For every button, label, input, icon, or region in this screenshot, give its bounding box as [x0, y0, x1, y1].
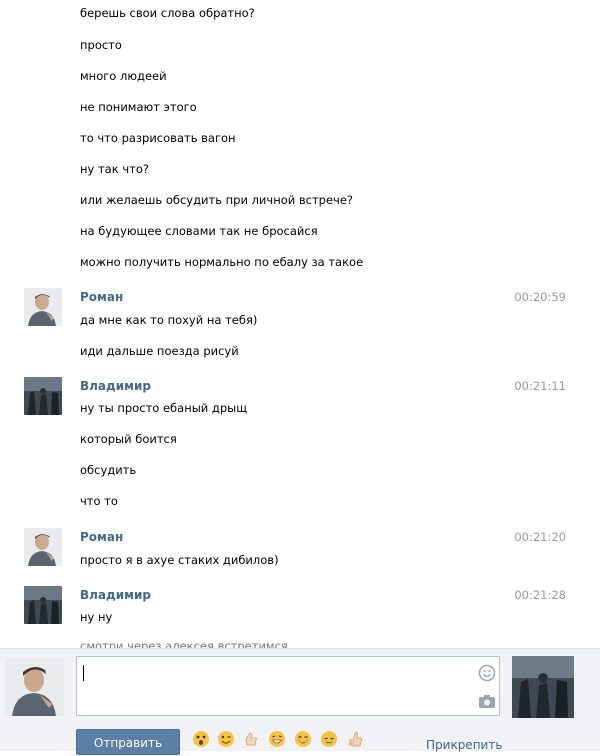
- roman-avatar[interactable]: [24, 288, 62, 326]
- message-text: или желаешь обсудить при личной встрече?: [80, 193, 354, 207]
- vladimir-avatar[interactable]: [24, 377, 62, 415]
- message-text: иди дальше поезда рисуй: [80, 344, 239, 358]
- message-text: берешь свои слова обратно?: [80, 6, 255, 20]
- blush-emoji-icon[interactable]: [294, 730, 312, 748]
- message-text: ну ну: [80, 610, 113, 624]
- message-author[interactable]: Владимир: [80, 379, 151, 393]
- message-input[interactable]: [76, 656, 500, 716]
- message-text: ну ты просто ебаный дрыщ: [80, 401, 248, 415]
- thumbs-up-emoji-icon[interactable]: [346, 730, 364, 748]
- message-author[interactable]: Владимир: [80, 588, 151, 602]
- message-text: просто: [80, 38, 122, 52]
- message-text: много людеей: [80, 69, 167, 83]
- message-text: обсудить: [80, 463, 137, 477]
- message-text-cutoff: смотри через алексея встретимся: [80, 638, 440, 648]
- message-text: который боится: [80, 432, 177, 446]
- message-text: можно получить нормально по ебалу за так…: [80, 255, 364, 269]
- send-button[interactable]: Отправить: [76, 729, 180, 755]
- message-text: смотри через алексея встретимся: [80, 639, 288, 648]
- scream-emoji-icon[interactable]: [192, 730, 210, 748]
- peer-avatar[interactable]: [512, 656, 574, 718]
- thumb-emoji-icon[interactable]: [242, 730, 260, 748]
- message-time: 00:21:20: [514, 530, 566, 544]
- vladimir-avatar[interactable]: [24, 586, 62, 624]
- message-text: не понимают этого: [80, 100, 197, 114]
- message-time: 00:20:59: [514, 290, 566, 304]
- message-author[interactable]: Роман: [80, 290, 123, 304]
- smile-icon[interactable]: [478, 664, 496, 682]
- message-text: на будующее словами так не бросайся: [80, 224, 318, 238]
- message-time: 00:21:11: [514, 379, 566, 393]
- message-text: ну так что?: [80, 162, 149, 176]
- text-caret: [83, 665, 84, 681]
- roman-avatar[interactable]: [24, 528, 62, 566]
- relieved-emoji-icon[interactable]: [320, 730, 338, 748]
- message-time: 00:21:28: [514, 588, 566, 602]
- message-text: просто я в ахуе стаких дибилов): [80, 553, 279, 567]
- my-avatar[interactable]: [6, 658, 64, 716]
- message-text: что то: [80, 494, 118, 508]
- wink-emoji-icon[interactable]: [217, 730, 235, 748]
- camera-icon[interactable]: [478, 694, 496, 709]
- message-text: да мне как то похуй на тебя): [80, 313, 258, 327]
- grin-emoji-icon[interactable]: [268, 730, 286, 748]
- message-author[interactable]: Роман: [80, 530, 123, 544]
- message-text: то что разрисовать вагон: [80, 131, 236, 145]
